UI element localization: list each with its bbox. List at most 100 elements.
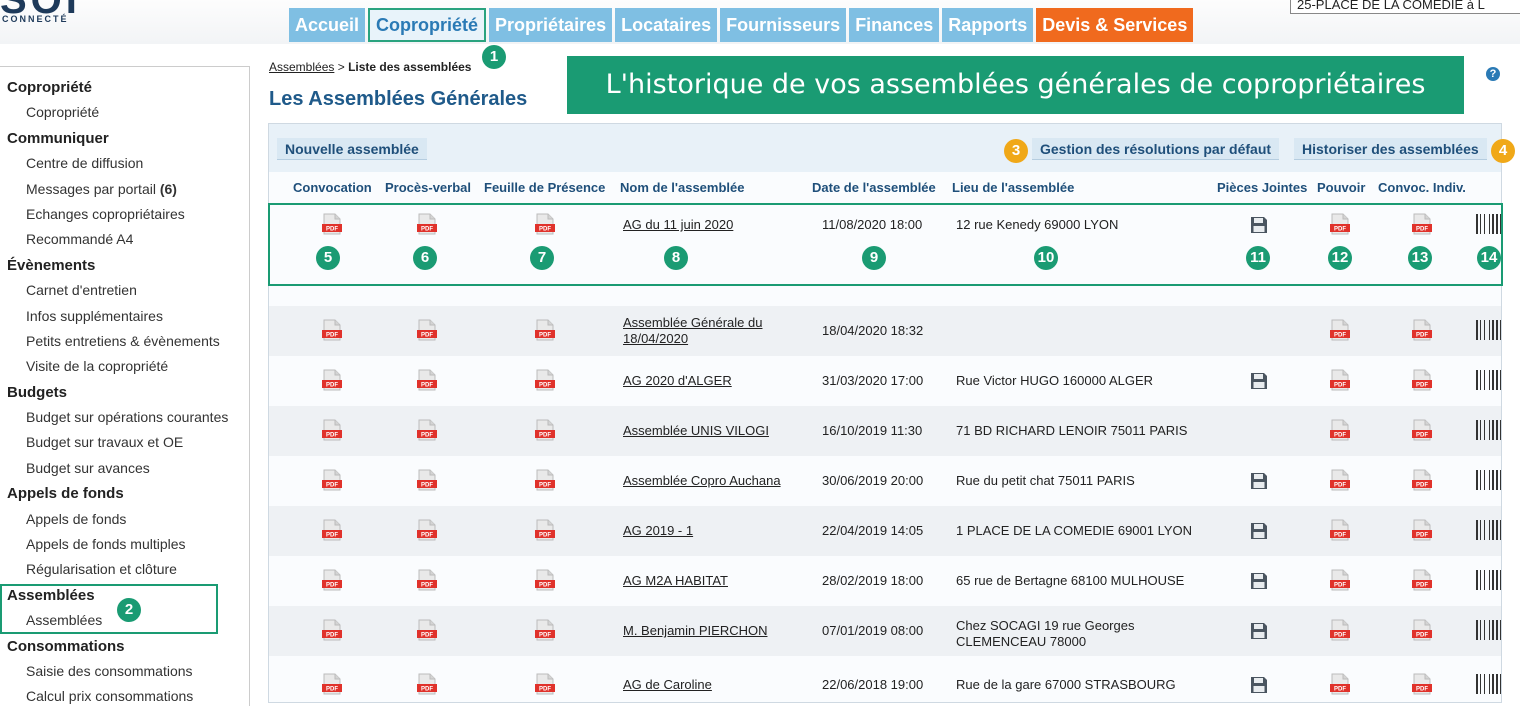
barcode-icon[interactable] xyxy=(1475,319,1501,341)
feuille-presence-pdf-icon[interactable]: PDF xyxy=(535,469,555,491)
sidebar-item-messages-portail[interactable]: Messages par portail (6) xyxy=(0,177,249,202)
barcode-icon[interactable] xyxy=(1475,619,1501,641)
archive-assemblies-button[interactable]: Historiser des assemblées xyxy=(1294,138,1487,160)
proces-verbal-pdf-icon[interactable]: PDF xyxy=(417,319,437,341)
tab-devis-services[interactable]: Devis & Services xyxy=(1036,8,1194,42)
convoc-indiv-pdf-icon[interactable]: PDF xyxy=(1412,469,1432,491)
col-proces-verbal[interactable]: Procès-verbal xyxy=(385,180,471,195)
sidebar-item-regularisation[interactable]: Régularisation et clôture xyxy=(0,557,249,582)
proces-verbal-pdf-icon[interactable]: PDF xyxy=(417,673,437,695)
sidebar-item-budget-courantes[interactable]: Budget sur opérations courantes xyxy=(0,405,249,430)
convoc-indiv-pdf-icon[interactable]: PDF xyxy=(1412,619,1432,641)
feuille-presence-pdf-icon[interactable]: PDF xyxy=(535,369,555,391)
col-lieu-assemblee[interactable]: Lieu de l'assemblée xyxy=(952,180,1074,195)
barcode-icon[interactable] xyxy=(1475,369,1501,391)
barcode-icon[interactable] xyxy=(1475,419,1501,441)
tab-proprietaires[interactable]: Propriétaires xyxy=(489,8,613,42)
sidebar-item-copropriete[interactable]: Copropriété xyxy=(0,100,249,125)
col-convoc-indiv[interactable]: Convoc. Indiv. xyxy=(1378,180,1466,195)
convocation-pdf-icon[interactable]: PDF xyxy=(322,319,342,341)
pouvoir-pdf-icon[interactable]: PDF xyxy=(1330,419,1350,441)
pouvoir-pdf-icon[interactable]: PDF xyxy=(1330,569,1350,591)
convocation-pdf-icon[interactable]: PDF xyxy=(322,519,342,541)
tab-rapports[interactable]: Rapports xyxy=(942,8,1034,42)
pouvoir-pdf-icon[interactable]: PDF xyxy=(1330,619,1350,641)
convoc-indiv-pdf-icon[interactable]: PDF xyxy=(1412,369,1432,391)
property-selector[interactable]: 25-PLACE DE LA COMEDIE à L xyxy=(1290,0,1520,14)
assembly-name-link[interactable]: Assemblée Copro Auchana xyxy=(623,473,781,488)
default-resolutions-button[interactable]: Gestion des résolutions par défaut xyxy=(1032,138,1280,160)
feuille-presence-pdf-icon[interactable]: PDF xyxy=(535,519,555,541)
sidebar-item-petits-entretiens[interactable]: Petits entretiens & évènements xyxy=(0,329,249,354)
proces-verbal-pdf-icon[interactable]: PDF xyxy=(417,419,437,441)
assembly-name-link[interactable]: AG 2019 - 1 xyxy=(623,523,693,538)
convocation-pdf-icon[interactable]: PDF xyxy=(322,673,342,695)
proces-verbal-pdf-icon[interactable]: PDF xyxy=(417,519,437,541)
sidebar-item-infos[interactable]: Infos supplémentaires xyxy=(0,304,249,329)
col-pouvoir[interactable]: Pouvoir xyxy=(1317,180,1365,195)
tab-accueil[interactable]: Accueil xyxy=(289,8,366,42)
feuille-presence-pdf-icon[interactable]: PDF xyxy=(535,569,555,591)
convoc-indiv-pdf-icon[interactable]: PDF xyxy=(1412,673,1432,695)
proces-verbal-pdf-icon[interactable]: PDF xyxy=(417,569,437,591)
pouvoir-pdf-icon[interactable]: PDF xyxy=(1330,469,1350,491)
col-feuille-presence[interactable]: Feuille de Présence xyxy=(484,180,605,195)
tab-fournisseurs[interactable]: Fournisseurs xyxy=(720,8,847,42)
sidebar-item-echanges[interactable]: Echanges copropriétaires xyxy=(0,202,249,227)
assembly-name-link[interactable]: AG 2020 d'ALGER xyxy=(623,373,732,388)
breadcrumb-link-assemblees[interactable]: Assemblées xyxy=(269,60,334,74)
pouvoir-pdf-icon[interactable]: PDF xyxy=(1330,519,1350,541)
convoc-indiv-pdf-icon[interactable]: PDF xyxy=(1412,319,1432,341)
sidebar-item-appels-multiples[interactable]: Appels de fonds multiples xyxy=(0,532,249,557)
assembly-name-link[interactable]: AG M2A HABITAT xyxy=(623,573,728,588)
sidebar-item-visite[interactable]: Visite de la copropriété xyxy=(0,354,249,379)
sidebar-item-saisie-conso[interactable]: Saisie des consommations xyxy=(0,659,249,684)
feuille-presence-pdf-icon[interactable]: PDF xyxy=(535,419,555,441)
proces-verbal-pdf-icon[interactable]: PDF xyxy=(417,369,437,391)
barcode-icon[interactable] xyxy=(1475,673,1501,695)
proces-verbal-pdf-icon[interactable]: PDF xyxy=(417,619,437,641)
convoc-indiv-pdf-icon[interactable]: PDF xyxy=(1412,569,1432,591)
floppy-disk-icon[interactable] xyxy=(1250,572,1268,590)
convocation-pdf-icon[interactable]: PDF xyxy=(322,369,342,391)
barcode-icon[interactable] xyxy=(1475,519,1501,541)
proces-verbal-pdf-icon[interactable]: PDF xyxy=(417,469,437,491)
pouvoir-pdf-icon[interactable]: PDF xyxy=(1330,673,1350,695)
convoc-indiv-pdf-icon[interactable]: PDF xyxy=(1412,519,1432,541)
tab-copropriete[interactable]: Copropriété xyxy=(368,8,487,42)
col-nom-assemblee[interactable]: Nom de l'assemblée xyxy=(620,180,744,195)
tab-locataires[interactable]: Locataires xyxy=(615,8,718,42)
floppy-disk-icon[interactable] xyxy=(1250,622,1268,640)
convocation-pdf-icon[interactable]: PDF xyxy=(322,419,342,441)
assembly-name-link[interactable]: M. Benjamin PIERCHON xyxy=(623,623,767,638)
sidebar-item-calcul-prix[interactable]: Calcul prix consommations xyxy=(0,684,249,709)
sidebar-item-recommande[interactable]: Recommandé A4 xyxy=(0,227,249,252)
floppy-disk-icon[interactable] xyxy=(1250,522,1268,540)
col-date-assemblee[interactable]: Date de l'assemblée xyxy=(812,180,936,195)
barcode-icon[interactable] xyxy=(1475,569,1501,591)
sidebar-item-appels-fonds[interactable]: Appels de fonds xyxy=(0,507,249,532)
col-pieces-jointes[interactable]: Pièces Jointes xyxy=(1217,180,1307,195)
feuille-presence-pdf-icon[interactable]: PDF xyxy=(535,673,555,695)
pouvoir-pdf-icon[interactable]: PDF xyxy=(1330,369,1350,391)
assembly-name-link[interactable]: Assemblée Générale du 18/04/2020 xyxy=(623,315,762,347)
feuille-presence-pdf-icon[interactable]: PDF xyxy=(535,619,555,641)
sidebar-item-carnet[interactable]: Carnet d'entretien xyxy=(0,278,249,303)
sidebar-item-centre-diffusion[interactable]: Centre de diffusion xyxy=(0,151,249,176)
floppy-disk-icon[interactable] xyxy=(1250,676,1268,694)
convocation-pdf-icon[interactable]: PDF xyxy=(322,619,342,641)
assembly-name-link[interactable]: AG de Caroline xyxy=(623,677,712,692)
col-convocation[interactable]: Convocation xyxy=(293,180,372,195)
barcode-icon[interactable] xyxy=(1475,469,1501,491)
tab-finances[interactable]: Finances xyxy=(849,8,940,42)
assembly-name-link[interactable]: Assemblée UNIS VILOGI xyxy=(623,423,769,438)
convocation-pdf-icon[interactable]: PDF xyxy=(322,469,342,491)
convocation-pdf-icon[interactable]: PDF xyxy=(322,569,342,591)
feuille-presence-pdf-icon[interactable]: PDF xyxy=(535,319,555,341)
floppy-disk-icon[interactable] xyxy=(1250,472,1268,490)
help-icon[interactable]: ? xyxy=(1486,67,1500,81)
new-assembly-button[interactable]: Nouvelle assemblée xyxy=(277,138,427,160)
sidebar-item-budget-travaux[interactable]: Budget sur travaux et OE xyxy=(0,430,249,455)
convoc-indiv-pdf-icon[interactable]: PDF xyxy=(1412,419,1432,441)
pouvoir-pdf-icon[interactable]: PDF xyxy=(1330,319,1350,341)
